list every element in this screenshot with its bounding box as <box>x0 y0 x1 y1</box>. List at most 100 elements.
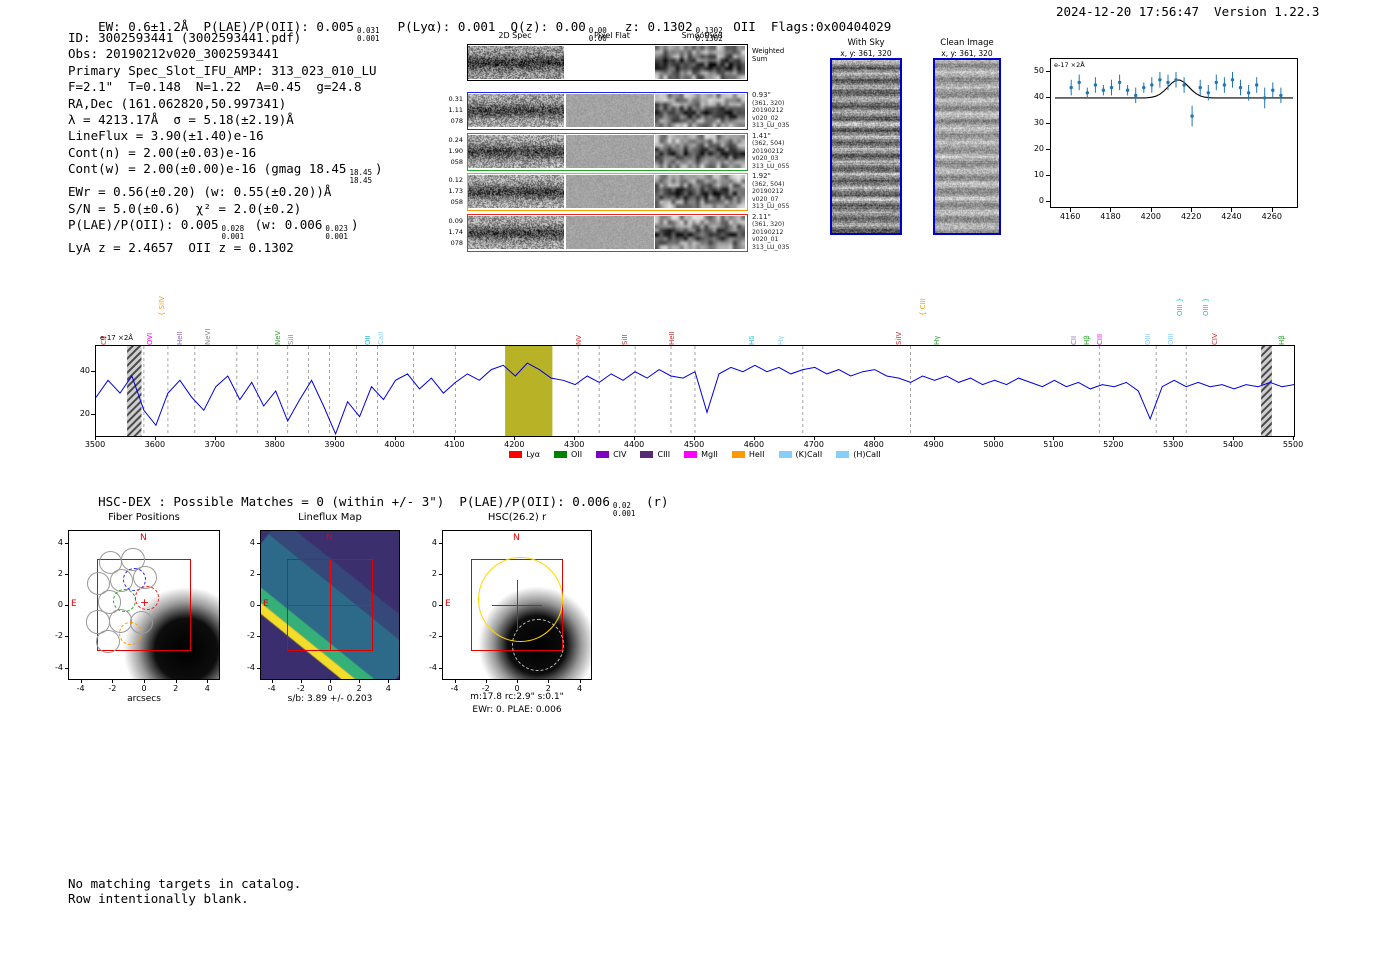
plae1-lower: 0.001 <box>221 231 245 241</box>
spectral-line-marker: HeII <box>176 331 185 345</box>
x-tick-label: 2 <box>173 684 179 693</box>
cutout-row-box <box>467 213 748 252</box>
x-tick-label: 4 <box>385 684 391 693</box>
hsc-match-text: HSC-DEX : Possible Matches = 0 (within +… <box>98 494 610 509</box>
x-tick-mark <box>634 437 636 440</box>
detection-id: ID: 3002593441 (3002593441.pdf) <box>68 30 302 45</box>
legend-swatch <box>778 451 792 458</box>
cutout-row-box <box>467 173 748 211</box>
x-tick-mark <box>154 437 156 440</box>
cont-w-text: Cont(w) = 2.00(±0.00)e-16 (gmag 18.45 <box>68 161 347 177</box>
y-tick-mark <box>257 636 260 638</box>
y-tick-mark <box>65 667 68 669</box>
x-tick-label: 4160 <box>1059 212 1081 221</box>
x-tick-mark <box>388 680 390 683</box>
clean-image-title: Clean Image <box>940 38 994 48</box>
fiber-positions-title: Fiber Positions <box>108 512 180 523</box>
legend-label: CIII <box>657 450 671 459</box>
legend-label: CIV <box>613 450 627 459</box>
y-tick-mark <box>91 370 95 372</box>
x-tick-mark <box>300 680 302 683</box>
continuum-n: Cont(n) = 2.00(±0.03)e-16 <box>68 144 257 160</box>
full-spectrum-chart-canvas <box>95 346 1295 436</box>
cutout-row: 0.12 1.73 058 1.92" (362, 504) 20190212 v020_0… <box>441 172 803 211</box>
x-tick-mark <box>813 437 815 440</box>
y-tick-label: 10 <box>1033 169 1044 179</box>
legend-swatch <box>554 451 568 458</box>
x-tick-label: 4500 <box>683 440 705 449</box>
spectral-line-marker: Hγ <box>777 335 786 345</box>
x-tick-mark <box>454 680 456 683</box>
cutout-smoothed-image <box>655 134 745 168</box>
fiber-weight: 0.12 <box>448 176 463 184</box>
fiber-positions-xlabel: arcsecs <box>127 694 161 704</box>
x-tick-mark <box>112 680 114 683</box>
x-tick-label: -4 <box>450 684 459 693</box>
spectral-line-marker: OIII } <box>1201 297 1210 316</box>
hsc-image-xlabel2: EWr: 0. PLAE: 0.006 <box>472 705 562 715</box>
equivalent-width: EWr = 0.56(±0.20) (w: 0.55(±0.20))Å <box>68 184 332 200</box>
fiber-obsid: v020_07 <box>752 195 779 203</box>
x-tick-mark <box>933 437 935 440</box>
col-header-2d-spec: 2D Spec <box>498 31 532 40</box>
cutout-row: 0.09 1.74 078 2.11" (361, 320) 20190212 v020_0… <box>441 213 803 252</box>
cutout-2d-spec-image <box>468 215 564 249</box>
x-tick-label: 4200 <box>504 440 525 449</box>
x-tick-label: 4 <box>204 684 210 693</box>
wavelength-sigma: λ = 4213.17Å σ = 5.18(±2.19)Å <box>68 112 294 128</box>
cutout-pixel-flat-image <box>566 94 654 127</box>
weighted-sum-label-2: Sum <box>752 55 768 63</box>
line-flux: LineFlux = 3.90(±1.40)e-16 <box>68 128 264 144</box>
timestamp: 2024-12-20 17:56:47 Version 1.22.3 <box>1056 4 1320 19</box>
legend-swatch <box>836 451 850 458</box>
legend-swatch <box>596 451 610 458</box>
plae-stack-2: 0.023 0.001 <box>325 225 348 240</box>
x-tick-mark <box>359 680 361 683</box>
y-tick-mark <box>1046 174 1050 176</box>
x-tick-label: 2 <box>545 684 551 693</box>
hsc-match-line: HSC-DEX : Possible Matches = 0 (within +… <box>68 479 668 532</box>
x-tick-mark <box>1113 437 1115 440</box>
legend-item: OII <box>554 450 582 459</box>
fiber-obsid: v020_01 <box>752 236 779 243</box>
with-sky-panel <box>830 58 902 235</box>
legend-item: Lyα <box>509 450 540 459</box>
x-tick-mark <box>454 437 456 440</box>
line-fit-unit-label: e-17 ×2Å <box>1054 61 1085 69</box>
fiber-date: 20190212 <box>752 228 784 236</box>
full-spectrum-plot <box>95 345 1295 437</box>
x-tick-mark <box>394 437 396 440</box>
y-tick-label: 4 <box>249 537 255 547</box>
x-tick-label: 5000 <box>983 440 1004 449</box>
fiber-date: 20190212 <box>752 188 784 195</box>
x-tick-label: 0 <box>327 684 333 693</box>
x-tick-mark <box>80 680 82 683</box>
y-tick-mark <box>1046 148 1050 150</box>
spectral-line-marker: Hγ <box>933 335 942 345</box>
y-tick-label: 0 <box>1038 195 1044 205</box>
cutout-2d-spec-image <box>468 134 564 168</box>
x-tick-mark <box>1191 208 1193 212</box>
weighted-sum-label: Weighted Sum <box>752 47 784 63</box>
col-header-pixel-flat: Pixel Flat <box>594 31 630 40</box>
east-label: E <box>71 599 77 609</box>
plae-poii-line: P(LAE)/P(OII): 0.005 0.028 0.001 (w: 0.006… <box>68 217 383 240</box>
spectral-line-marker: Hδ <box>747 335 756 345</box>
x-tick-mark <box>214 437 216 440</box>
x-tick-label: 4 <box>576 684 583 693</box>
legend-label: Lyα <box>526 450 541 459</box>
fiber-distance: 1.92" <box>752 172 771 180</box>
fiber-circle <box>96 629 120 653</box>
plae-stack-1: 0.028 0.001 <box>222 225 245 240</box>
with-sky-title: With Sky <box>847 38 885 48</box>
x-tick-label: 4200 <box>1140 212 1161 221</box>
lineflux-map-panel: NE <box>260 530 400 680</box>
clean-image-coords: x, y: 361, 320 <box>941 49 993 58</box>
x-tick-mark <box>95 437 96 440</box>
x-tick-label: 4600 <box>743 440 765 449</box>
fiber-chi2: 058 <box>450 157 463 166</box>
x-tick-label: -2 <box>296 684 305 693</box>
y-tick-label: 0 <box>249 600 255 609</box>
fiber-sn: 1.74 <box>448 227 463 236</box>
fiber-obsid: v020_02 <box>752 114 779 122</box>
